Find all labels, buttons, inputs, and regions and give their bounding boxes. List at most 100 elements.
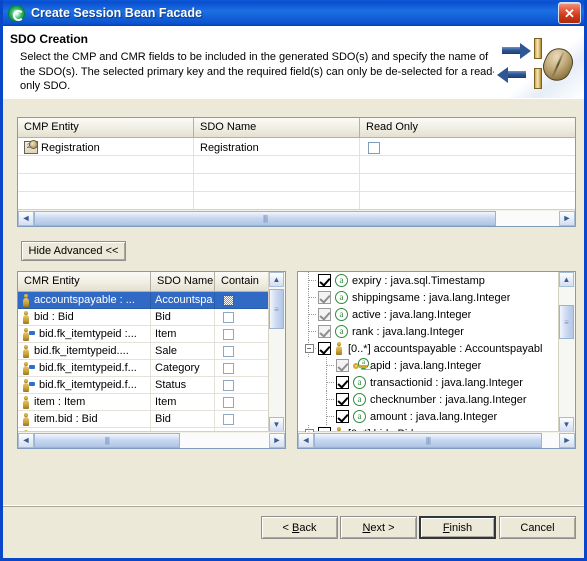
field-checkbox[interactable] bbox=[318, 274, 331, 287]
close-icon[interactable]: ✕ bbox=[558, 2, 581, 24]
field-checkbox[interactable] bbox=[318, 325, 331, 338]
cell-cmr-entity: bid.fk_itemtypeid :... bbox=[18, 326, 151, 343]
cell-empty bbox=[18, 174, 194, 192]
cmr-entity-table[interactable]: CMR Entity SDO Name Contain accountspaya… bbox=[17, 271, 286, 449]
cell-sdo-name[interactable]: Item bbox=[151, 394, 215, 411]
field-checkbox[interactable] bbox=[318, 308, 331, 321]
read-only-checkbox[interactable] bbox=[368, 141, 380, 154]
field-checkbox[interactable] bbox=[336, 376, 349, 389]
table-row[interactable]: bid.fk_itemtypeid.... Sale bbox=[18, 343, 269, 360]
scroll-right-icon[interactable]: ► bbox=[559, 432, 575, 448]
contain-checkbox[interactable] bbox=[223, 345, 234, 357]
tree-vertical-scrollbar[interactable]: ▲ ≡ ▼ bbox=[558, 272, 575, 432]
cmr-entity-label: bid.fk_itemtypeid.... bbox=[34, 345, 129, 357]
cmr-entity-label: accountspayable : ... bbox=[34, 294, 135, 306]
column-header-cmr-entity[interactable]: CMR Entity bbox=[18, 272, 151, 291]
table-row[interactable]: accountspayable : ... Accountspa... bbox=[18, 292, 269, 309]
cell-sdo-name[interactable]: Bid bbox=[151, 309, 215, 326]
tree-line bbox=[300, 272, 318, 289]
field-checkbox[interactable] bbox=[318, 342, 331, 355]
tree-node[interactable]: a active : java.lang.Integer bbox=[298, 306, 559, 323]
tree-node[interactable]: a shippingsame : java.lang.Integer bbox=[298, 289, 559, 306]
scroll-thumb[interactable]: ≡ bbox=[269, 289, 284, 329]
finish-button[interactable]: Finish bbox=[419, 516, 496, 539]
tree-node[interactable]: a rank : java.lang.Integer bbox=[298, 323, 559, 340]
cmp-table-horizontal-scrollbar[interactable]: ◄ |||| ► bbox=[18, 209, 575, 226]
cell-empty bbox=[194, 174, 360, 192]
attribute-icon: a bbox=[335, 308, 348, 321]
hide-advanced-button[interactable]: Hide Advanced << bbox=[21, 241, 126, 261]
scroll-left-icon[interactable]: ◄ bbox=[18, 210, 34, 226]
tree-node[interactable]: a checknumber : java.lang.Integer bbox=[298, 391, 559, 408]
scroll-left-icon[interactable]: ◄ bbox=[18, 432, 34, 448]
tree-line bbox=[300, 306, 318, 323]
relationship-icon bbox=[22, 395, 30, 409]
table-row[interactable]: bid : Bid Bid bbox=[18, 309, 269, 326]
expand-plus-icon[interactable]: + bbox=[304, 429, 314, 432]
scroll-track[interactable]: |||| bbox=[34, 210, 559, 226]
tree-node[interactable]: − [0..*] accountspayable : Accountspayab… bbox=[298, 340, 559, 357]
scroll-right-icon[interactable]: ► bbox=[269, 432, 285, 448]
collapse-minus-icon[interactable]: − bbox=[304, 344, 314, 353]
table-row[interactable]: bid.fk_itemtypeid.f... Category bbox=[18, 360, 269, 377]
contain-checkbox[interactable] bbox=[223, 328, 234, 340]
tree-node-label: checknumber : java.lang.Integer bbox=[370, 393, 527, 406]
back-button[interactable]: < Back bbox=[261, 516, 338, 539]
table-row[interactable]: item : Item Item bbox=[18, 394, 269, 411]
scroll-thumb[interactable]: |||| bbox=[34, 432, 180, 448]
cell-empty bbox=[360, 192, 575, 210]
scroll-track[interactable]: |||| bbox=[314, 432, 559, 448]
contain-checkbox[interactable] bbox=[223, 379, 234, 391]
cell-sdo-name[interactable]: Accountspa... bbox=[151, 292, 215, 309]
tree-node[interactable]: a expiry : java.sql.Timestamp bbox=[298, 272, 559, 289]
field-checkbox[interactable] bbox=[336, 359, 349, 372]
tree-node-label: shippingsame : java.lang.Integer bbox=[352, 291, 511, 304]
cell-sdo-name[interactable]: Category bbox=[151, 360, 215, 377]
sdo-field-tree[interactable]: a expiry : java.sql.Timestamp a shipping… bbox=[297, 271, 576, 449]
cell-contain bbox=[215, 377, 269, 394]
scroll-track[interactable]: |||| bbox=[34, 432, 269, 448]
contain-checkbox[interactable] bbox=[223, 362, 234, 374]
scroll-up-icon[interactable]: ▲ bbox=[269, 272, 284, 287]
column-header-contain[interactable]: Contain bbox=[215, 272, 269, 291]
scroll-thumb[interactable]: |||| bbox=[314, 432, 542, 448]
table-row[interactable]: bid.fk_itemtypeid.f... Status bbox=[18, 377, 269, 394]
cmr-table-horizontal-scrollbar[interactable]: ◄ |||| ► bbox=[18, 431, 285, 448]
field-checkbox[interactable] bbox=[318, 291, 331, 304]
cmr-table-vertical-scrollbar[interactable]: ▲ ≡ ▼ bbox=[268, 272, 285, 432]
next-button[interactable]: Next > bbox=[340, 516, 417, 539]
column-header-read-only[interactable]: Read Only bbox=[360, 118, 575, 137]
field-checkbox[interactable] bbox=[336, 410, 349, 423]
contain-checkbox[interactable] bbox=[223, 413, 234, 425]
tree-node[interactable]: a apid : java.lang.Integer bbox=[298, 357, 559, 374]
column-header-cmp-entity[interactable]: CMP Entity bbox=[18, 118, 194, 137]
contain-checkbox[interactable] bbox=[223, 294, 234, 306]
scroll-left-icon[interactable]: ◄ bbox=[298, 432, 314, 448]
scroll-right-icon[interactable]: ► bbox=[559, 210, 575, 226]
table-row[interactable]: item.bid : Bid Bid bbox=[18, 411, 269, 428]
cell-sdo-name[interactable]: Registration bbox=[194, 138, 360, 156]
scroll-thumb[interactable]: |||| bbox=[34, 210, 496, 226]
cell-sdo-name[interactable]: Item bbox=[151, 326, 215, 343]
cell-sdo-name[interactable]: Sale bbox=[151, 343, 215, 360]
cmp-entity-table[interactable]: CMP Entity SDO Name Read Only 2.1 Regist… bbox=[17, 117, 576, 227]
column-header-sdo-name[interactable]: SDO Name bbox=[151, 272, 215, 291]
cell-sdo-name[interactable]: Status bbox=[151, 377, 215, 394]
contain-checkbox[interactable] bbox=[223, 311, 234, 323]
tree-horizontal-scrollbar[interactable]: ◄ |||| ► bbox=[298, 431, 575, 448]
table-row[interactable]: 2.1 Registration Registration bbox=[18, 138, 575, 156]
cell-sdo-name[interactable]: Bid bbox=[151, 411, 215, 428]
scroll-down-icon[interactable]: ▼ bbox=[559, 417, 574, 432]
tree-node-label: rank : java.lang.Integer bbox=[352, 325, 464, 338]
scroll-thumb[interactable]: ≡ bbox=[559, 305, 574, 339]
tree-node[interactable]: a transactionid : java.lang.Integer bbox=[298, 374, 559, 391]
contain-checkbox[interactable] bbox=[223, 396, 234, 408]
scroll-up-icon[interactable]: ▲ bbox=[559, 272, 574, 287]
cancel-button[interactable]: Cancel bbox=[499, 516, 576, 539]
table-row[interactable]: bid.fk_itemtypeid :... Item bbox=[18, 326, 269, 343]
tree-node[interactable]: a amount : java.lang.Integer bbox=[298, 408, 559, 425]
field-checkbox[interactable] bbox=[336, 393, 349, 406]
tree-viewport: a expiry : java.sql.Timestamp a shipping… bbox=[298, 272, 559, 432]
scroll-down-icon[interactable]: ▼ bbox=[269, 417, 284, 432]
column-header-sdo-name[interactable]: SDO Name bbox=[194, 118, 360, 137]
